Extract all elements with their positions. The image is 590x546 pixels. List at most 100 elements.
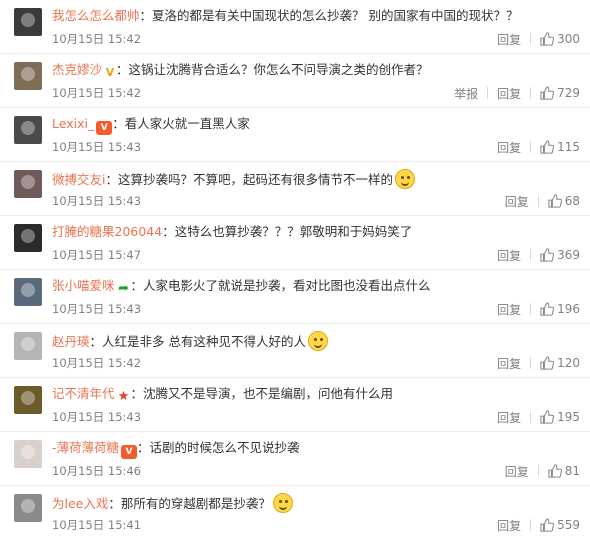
like-button[interactable]: 68 bbox=[548, 194, 580, 208]
comment-item: 杰克嫪沙 V ：这锅让沈腾背合适么？你怎么不问导演之类的创作者？ 10月15日 15… bbox=[0, 54, 590, 108]
comment-text: 看人家火就一直黑人家 bbox=[124, 116, 250, 131]
user-nickname[interactable]: 张小喵爱咪 bbox=[52, 278, 115, 293]
comment-timestamp: 10月15日 15:42 bbox=[52, 86, 142, 100]
like-button[interactable]: 729 bbox=[540, 86, 580, 100]
thumbs-up-icon bbox=[540, 302, 555, 316]
comment-actions: 回复 81 bbox=[505, 461, 580, 481]
comment-item: 我怎么怎么都帅：夏洛的都是有关中国现状的怎么抄袭？ 别的国家有中国的现状？？ 1… bbox=[0, 0, 590, 54]
avatar[interactable] bbox=[14, 278, 42, 306]
divider bbox=[530, 33, 532, 45]
divider bbox=[537, 465, 539, 477]
user-nickname[interactable]: 记不清年代 bbox=[52, 386, 115, 401]
comment-separator: ： bbox=[139, 8, 153, 23]
divider bbox=[487, 87, 489, 99]
comment-item: Lexixi_ V ：看人家火就一直黑人家 10月15日 15:43 回复 115 bbox=[0, 108, 590, 162]
comment-line: 赵丹瑛：人红是非多 总有这种见不得人好的人 bbox=[52, 331, 550, 351]
avatar[interactable] bbox=[14, 224, 42, 252]
star-badge-icon: ★ bbox=[117, 389, 130, 404]
like-count: 559 bbox=[557, 518, 580, 532]
comment-separator: ： bbox=[162, 224, 175, 239]
comment-list: 我怎么怎么都帅：夏洛的都是有关中国现状的怎么抄袭？ 别的国家有中国的现状？？ 1… bbox=[0, 0, 590, 546]
like-count: 120 bbox=[557, 356, 580, 370]
comment-text: 这特么也算抄袭？？？郭敬明和于妈妈笑了 bbox=[174, 224, 413, 239]
avatar[interactable] bbox=[14, 332, 42, 360]
user-nickname[interactable]: -薄荷薄荷糖 bbox=[52, 440, 119, 455]
comment-actions: 举报 回复 729 bbox=[454, 83, 580, 103]
thumbs-up-icon bbox=[540, 32, 555, 46]
divider bbox=[530, 141, 532, 153]
report-button[interactable]: 举报 bbox=[454, 85, 478, 102]
divider bbox=[537, 195, 539, 207]
avatar[interactable] bbox=[14, 170, 42, 198]
comment-item: 记不清年代 ★：沈腾又不是导演，也不是编剧，问他有什么用 10月15日 15:43… bbox=[0, 378, 590, 432]
comment-timestamp: 10月15日 15:41 bbox=[52, 518, 142, 532]
comment-line: -薄荷薄荷糖 V ：话剧的时候怎么不见说抄袭 bbox=[52, 439, 550, 459]
comment-line: 张小喵爱咪 ➦ ：人家电影火了就说是抄袭，看对比图也没看出点什么 bbox=[52, 277, 550, 296]
comment-timestamp: 10月15日 15:47 bbox=[52, 248, 142, 262]
like-button[interactable]: 369 bbox=[540, 248, 580, 262]
avatar[interactable] bbox=[14, 8, 42, 36]
comment-separator: ： bbox=[116, 62, 129, 77]
like-button[interactable]: 115 bbox=[540, 140, 580, 154]
user-nickname[interactable]: 为lee入戏 bbox=[52, 496, 108, 511]
divider bbox=[530, 357, 532, 369]
like-button[interactable]: 120 bbox=[540, 356, 580, 370]
like-count: 369 bbox=[557, 248, 580, 262]
user-nickname[interactable]: 我怎么怎么都帅 bbox=[52, 8, 140, 23]
comment-separator: ： bbox=[105, 172, 118, 187]
verified-v-icon: V bbox=[105, 66, 115, 79]
comment-text: 沈腾又不是导演，也不是编剧，问他有什么用 bbox=[143, 386, 394, 401]
divider bbox=[530, 303, 532, 315]
reply-button[interactable]: 回复 bbox=[497, 85, 521, 102]
comment-line: 微搏交友i：这算抄袭吗？不算吧，起码还有很多情节不一样的 bbox=[52, 169, 550, 189]
reply-button[interactable]: 回复 bbox=[497, 139, 521, 156]
reply-button[interactable]: 回复 bbox=[505, 463, 529, 480]
reply-button[interactable]: 回复 bbox=[497, 247, 521, 264]
comment-separator: ： bbox=[130, 278, 144, 293]
user-nickname[interactable]: 杰克嫪沙 bbox=[52, 62, 102, 77]
like-button[interactable]: 196 bbox=[540, 302, 580, 316]
comment-line: 杰克嫪沙 V ：这锅让沈腾背合适么？你怎么不问导演之类的创作者？ bbox=[52, 61, 550, 80]
reply-button[interactable]: 回复 bbox=[505, 193, 529, 210]
user-nickname[interactable]: 赵丹瑛 bbox=[52, 334, 90, 349]
comment-line: 我怎么怎么都帅：夏洛的都是有关中国现状的怎么抄袭？ 别的国家有中国的现状？？ bbox=[52, 7, 550, 25]
comment-separator: ： bbox=[130, 386, 144, 401]
comment-item: 为lee入戏：那所有的穿越剧都是抄袭？ 10月15日 15:41 回复 559 bbox=[0, 486, 590, 546]
thumbs-up-icon bbox=[548, 464, 562, 478]
reply-button[interactable]: 回复 bbox=[497, 409, 521, 426]
vip-badge-icon: V bbox=[121, 445, 138, 459]
like-button[interactable]: 300 bbox=[540, 32, 580, 46]
comment-actions: 回复 300 bbox=[497, 29, 580, 49]
user-nickname[interactable]: 微搏交友i bbox=[52, 172, 105, 187]
comment-actions: 回复 115 bbox=[497, 137, 580, 157]
like-count: 195 bbox=[557, 410, 580, 424]
comment-line: 打腌的糖果206044：这特么也算抄袭？？？郭敬明和于妈妈笑了 bbox=[52, 223, 550, 241]
comment-item: 赵丹瑛：人红是非多 总有这种见不得人好的人 10月15日 15:42 回复 12… bbox=[0, 324, 590, 378]
comment-line: 为lee入戏：那所有的穿越剧都是抄袭？ bbox=[52, 493, 550, 513]
reply-button[interactable]: 回复 bbox=[497, 31, 521, 48]
comment-text: 这算抄袭吗？不算吧，起码还有很多情节不一样的 bbox=[118, 172, 394, 187]
like-button[interactable]: 559 bbox=[540, 518, 580, 532]
user-nickname[interactable]: Lexixi_ bbox=[52, 116, 94, 131]
user-nickname[interactable]: 打腌的糖果206044 bbox=[52, 224, 162, 239]
avatar[interactable] bbox=[14, 116, 42, 144]
comment-item: 打腌的糖果206044：这特么也算抄袭？？？郭敬明和于妈妈笑了 10月15日 1… bbox=[0, 216, 590, 270]
reply-button[interactable]: 回复 bbox=[497, 355, 521, 372]
reply-button[interactable]: 回复 bbox=[497, 517, 521, 534]
smile-emoji-icon bbox=[272, 493, 293, 513]
avatar[interactable] bbox=[14, 494, 42, 522]
like-count: 68 bbox=[564, 194, 580, 208]
comment-text: 这锅让沈腾背合适么？你怎么不问导演之类的创作者？ bbox=[128, 62, 429, 77]
avatar[interactable] bbox=[14, 62, 42, 90]
reply-button[interactable]: 回复 bbox=[497, 301, 521, 318]
vip-badge-icon: V bbox=[96, 121, 113, 135]
comment-actions: 回复 369 bbox=[497, 245, 580, 265]
like-button[interactable]: 195 bbox=[540, 410, 580, 424]
thumbs-up-icon bbox=[540, 248, 555, 262]
divider bbox=[530, 411, 532, 423]
comment-timestamp: 10月15日 15:42 bbox=[52, 356, 142, 370]
runner-badge-icon: ➦ bbox=[118, 281, 129, 296]
like-button[interactable]: 81 bbox=[548, 464, 580, 478]
avatar[interactable] bbox=[14, 440, 42, 468]
avatar[interactable] bbox=[14, 386, 42, 414]
